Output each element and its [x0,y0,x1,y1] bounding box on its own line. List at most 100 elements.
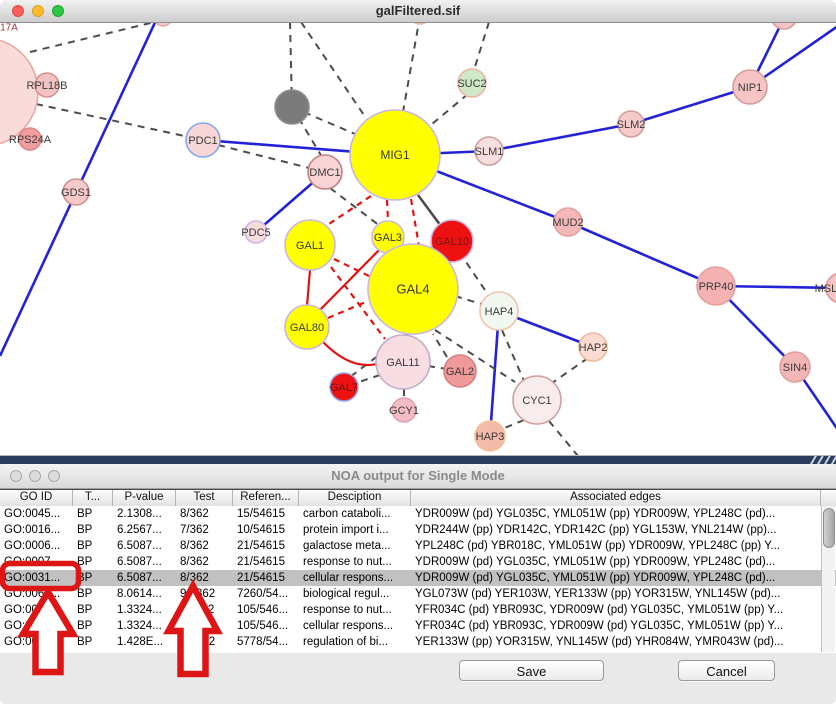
graph-node-unlabeled[interactable] [154,23,172,26]
minimize-button-icon[interactable] [29,470,41,482]
table-cell: BP [73,554,113,570]
table-cell: 7260/54... [233,586,299,602]
table-cell: 1.3324... [113,618,176,634]
close-button-icon[interactable] [12,5,24,17]
graph-node-unlabeled[interactable] [409,23,431,24]
table-cell: GO:0065... [0,586,73,602]
graph-node-label-hap3: HAP3 [476,431,505,443]
table-cell: 5778/54... [233,634,299,650]
table-cell: GO:0006... [0,538,73,554]
zoom-button-icon[interactable] [48,470,60,482]
graph-node-label-hap4: HAP4 [485,306,514,318]
table-cell: 21/54615 [233,570,299,586]
graph-edge-red[interactable] [307,270,310,306]
table-cell: YFR034C (pd) YBR093C, YDR009W (pd) YGL03… [411,618,821,634]
graph-node-label-gal7: GAL7 [330,382,358,394]
graph-edge-red_dash[interactable] [411,199,419,246]
graph-node-unlabeled[interactable] [771,23,797,29]
graph-edge-gray_dash[interactable] [552,358,588,383]
table-cell: YDR244W (pp) YDR142C, YDR142C (pp) YGL15… [411,522,821,538]
graph-edge-blue[interactable] [631,87,750,124]
graph-edge-blue[interactable] [489,124,631,151]
table-row-selected[interactable]: GO:0031...BP6.5087...8/36221/54615cellul… [0,570,836,586]
scrollbar-thumb[interactable] [823,508,835,548]
graph-node-label-nip1: NIP1 [738,82,762,94]
table-cell: 80/362 [176,634,233,650]
graph-edge-gray_dash[interactable] [549,421,578,455]
graph-edge-gray_dash[interactable] [356,375,380,383]
table-cell: BP [73,506,113,522]
network-canvas[interactable]: 17ARPL18BRPS24AGDS1PDC1DMC1MIG1SUC2SLM1S… [0,23,836,456]
table-cell: response to nut... [299,602,411,618]
column-header-goid[interactable]: GO ID [0,490,73,506]
table-cell: cellular respons... [299,618,411,634]
table-cell: 1.3324... [113,602,176,618]
graph-edge-gray_dash[interactable] [502,330,524,381]
graph-node-label-mig1: MIG1 [380,148,410,162]
table-cell: GO:0031... [0,618,73,634]
vertical-scrollbar[interactable] [821,506,835,652]
graph-node-label-gal4: GAL4 [396,282,429,297]
table-cell: BP [73,570,113,586]
graph-edge-gray_dash[interactable] [433,334,447,357]
graph-node-label-rps24a: RPS24A [9,134,52,146]
table-row[interactable]: GO:0007...BP6.5087...8/36221/54615respon… [0,554,836,570]
graph-edge-gray_dash[interactable] [301,23,370,124]
table-cell: BP [73,634,113,650]
graph-edge-blue[interactable] [568,222,716,286]
table-cell: 11/362 [176,618,233,634]
minimize-button-icon[interactable] [32,5,44,17]
graph-edge-gray_dash[interactable] [474,23,489,70]
table-row[interactable]: GO:0031...BP1.3324...11/362105/546...res… [0,602,836,618]
graph-edge-red_dash[interactable] [334,259,371,277]
graph-edge-red[interactable] [322,341,380,365]
table-cell: YDR009W (pd) YGL035C, YML051W (pp) YDR00… [411,570,821,586]
graph-node-label-prp40: PRP40 [699,281,734,293]
table-cell: protein import i... [299,522,411,538]
table-row[interactable]: GO:0045...BP2.1308...8/36215/54615carbon… [0,506,836,522]
table-row[interactable]: GO:0016...BP6.2567...7/36210/54615protei… [0,522,836,538]
zoom-button-icon[interactable] [52,5,64,17]
table-cell: biological regul... [299,586,411,602]
graph-node-label-rpl18b: RPL18B [27,80,68,92]
column-header-t[interactable]: T... [73,490,113,506]
graph-edge-gray_dash[interactable] [432,94,468,124]
resize-grip-icon[interactable] [810,456,836,464]
table-cell: carbon cataboli... [299,506,411,522]
graph-node-label-pdc1: PDC1 [188,135,217,147]
noa-output-window: NOA output for Single Mode GO IDT...P-va… [0,464,836,704]
table-cell: 21/54615 [233,554,299,570]
save-button[interactable]: Save [459,660,604,681]
table-cell: GO:0031... [0,602,73,618]
table-cell: 21/54615 [233,538,299,554]
column-header-pvalue[interactable]: P-value [113,490,176,506]
graph-window-titlebar[interactable]: galFiltered.sif [0,0,836,23]
graph-edge-red_dash[interactable] [387,200,388,221]
close-button-icon[interactable] [10,470,22,482]
table-row[interactable]: GO:0031...BP1.3324...11/362105/546...cel… [0,618,836,634]
graph-node-label-suc2: SUC2 [457,78,486,90]
column-header-associatededges[interactable]: Associated edges [411,490,821,506]
noa-window-titlebar[interactable]: NOA output for Single Mode [0,464,836,489]
graph-node-label-17a: 17A [0,23,18,34]
table-row[interactable]: GO:0065...BP8.0614...94/3627260/54...bio… [0,586,836,602]
graph-edge-gray_dash[interactable] [403,23,420,112]
table-cell: BP [73,586,113,602]
table-cell: 8.0614... [113,586,176,602]
table-cell: response to nut... [299,554,411,570]
column-header-referen[interactable]: Referen... [233,490,299,506]
graph-window-title: galFiltered.sif [376,3,461,18]
graph-edge-gray_dash[interactable] [502,420,524,429]
column-header-test[interactable]: Test [176,490,233,506]
graph-node-unlabeled[interactable] [275,90,309,124]
table-row[interactable]: GO:0006...BP6.5087...8/36221/54615galact… [0,538,836,554]
graph-edge-red_dash[interactable] [326,196,371,226]
graph-node-label-gal11: GAL11 [386,357,419,369]
table-cell: 10/54615 [233,522,299,538]
table-row[interactable]: GO:0050...BP1.428E...80/3625778/54...reg… [0,634,836,650]
graph-edge-gray_dash[interactable] [36,104,203,140]
graph-edge-red_dash[interactable] [328,301,368,318]
graph-node-label-dmc1: DMC1 [309,167,340,179]
cancel-button[interactable]: Cancel [678,660,775,681]
column-header-desciption[interactable]: Desciption [299,490,411,506]
